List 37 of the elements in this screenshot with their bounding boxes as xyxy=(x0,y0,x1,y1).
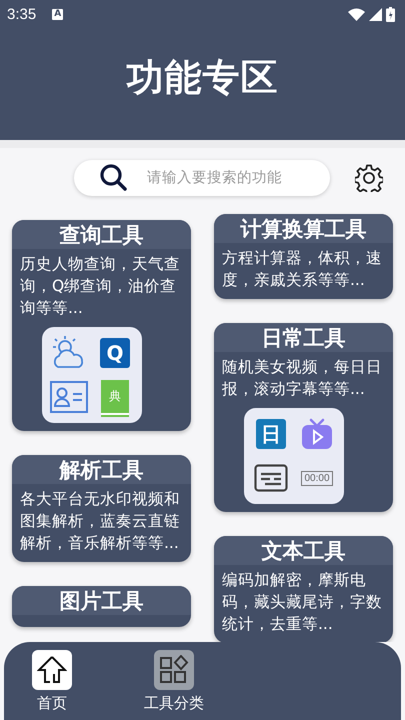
wifi-icon xyxy=(348,8,365,20)
status-time: 3:35 xyxy=(7,6,36,22)
search-icon xyxy=(99,163,129,193)
card-title: 文本工具 xyxy=(262,538,346,564)
grid-icon xyxy=(159,655,189,685)
timer-icon: 00:00 xyxy=(301,470,333,486)
app-tile-icon: 日 xyxy=(256,419,286,449)
card-title: 图片工具 xyxy=(60,588,144,614)
card-title: 日常工具 xyxy=(262,324,346,352)
tool-card[interactable]: 日常工具 随机美女视频，每日日报，滚动字幕等等... 日 00:00 xyxy=(214,323,393,512)
battery-icon xyxy=(386,6,395,22)
search-input[interactable]: 请输入要搜索的功能 xyxy=(147,170,317,186)
card-description: 历史人物查询，天气查询，Q绑查询，油价查询等等... xyxy=(20,254,181,319)
home-icon xyxy=(37,655,67,685)
tool-card[interactable]: 查询工具 历史人物查询，天气查询，Q绑查询，油价查询等等... Q 典 xyxy=(12,220,191,431)
tool-card[interactable]: 文本工具 编码加解密，摩斯电码，藏头藏尾诗，字数统计，去重等... xyxy=(214,536,393,642)
tool-card[interactable]: 图片工具 xyxy=(12,586,191,627)
card-description: 随机美女视频，每日日报，滚动字幕等等... xyxy=(222,357,383,400)
settings-icon[interactable] xyxy=(355,164,383,192)
notification-icon: A xyxy=(52,8,64,20)
tool-card[interactable]: 计算换算工具 方程计算器，体积，速度，亲戚关系等等... xyxy=(214,214,393,299)
card-title: 查询工具 xyxy=(60,222,144,248)
card-title: 计算换算工具 xyxy=(240,216,366,242)
contact-card-icon xyxy=(50,381,88,413)
card-description: 方程计算器，体积，速度，亲戚关系等等... xyxy=(222,248,383,291)
book-icon: 典 xyxy=(101,380,129,414)
card-description: 各大平台无水印视频和图集解析，蓝奏云直链解析，音乐解析等等... xyxy=(20,489,181,554)
app-tile-icon: Q xyxy=(100,338,130,368)
nav-tab[interactable]: 工具分类 xyxy=(144,642,204,720)
subtitle-icon xyxy=(254,464,288,492)
tool-card[interactable]: 解析工具 各大平台无水印视频和图集解析，蓝奏云直链解析，音乐解析等等... xyxy=(12,455,191,562)
tv-icon xyxy=(300,418,334,450)
signal-icon xyxy=(369,8,382,20)
page-title: 功能专区 xyxy=(126,55,278,101)
card-title: 解析工具 xyxy=(60,456,144,484)
search-field[interactable]: 请输入要搜索的功能 xyxy=(74,160,330,196)
card-description: 编码加解密，摩斯电码，藏头藏尾诗，字数统计，去重等... xyxy=(222,570,383,635)
